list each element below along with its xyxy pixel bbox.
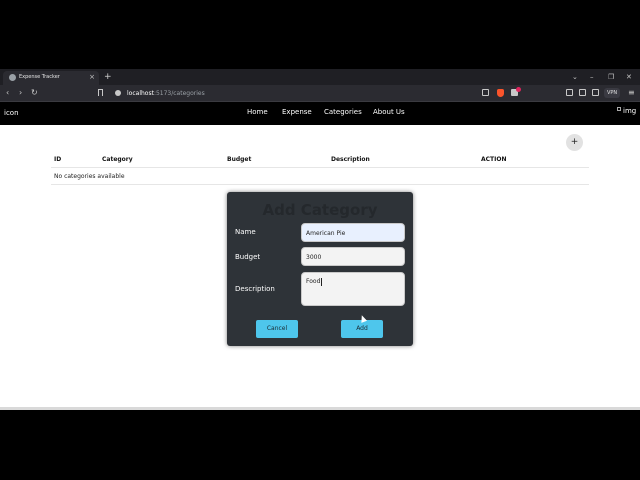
new-tab-button[interactable]: + [104, 71, 112, 83]
add-button[interactable]: Add [341, 320, 383, 338]
nav-link-about-us[interactable]: About Us [373, 107, 405, 117]
notification-badge [516, 87, 521, 92]
nav-link-expense[interactable]: Expense [282, 107, 312, 117]
close-window-icon[interactable]: ✕ [626, 71, 632, 83]
add-category-button[interactable]: + [566, 134, 583, 151]
favicon-icon [9, 74, 16, 81]
nav-link-home[interactable]: Home [247, 107, 268, 117]
maximize-icon[interactable]: ❐ [608, 71, 614, 83]
broken-image-icon [617, 107, 621, 111]
budget-label: Budget [235, 253, 261, 261]
wallet-icon[interactable] [579, 89, 586, 96]
tab-search-icon[interactable]: ⌄ [572, 71, 578, 83]
text-caret [321, 277, 323, 286]
browser-tab[interactable]: Expense Tracker × [3, 71, 99, 85]
name-input[interactable]: American Pie [301, 223, 405, 242]
name-label: Name [235, 228, 256, 236]
tab-close-icon[interactable]: × [89, 72, 95, 82]
extensions-icon[interactable] [592, 89, 599, 96]
column-header-id: ID [54, 156, 62, 163]
app-navbar [0, 102, 640, 125]
tab-title: Expense Tracker [19, 74, 60, 80]
url-host: localhost [127, 90, 154, 97]
column-header-description: Description [331, 156, 370, 163]
reload-icon[interactable]: ↻ [31, 87, 38, 99]
table-divider [51, 184, 589, 185]
column-header-budget: Budget [227, 156, 252, 163]
url-field[interactable]: localhost:5173/categories [110, 87, 470, 100]
sidebar-icon[interactable] [566, 89, 573, 96]
budget-input[interactable]: 3000 [301, 247, 405, 266]
description-textarea[interactable]: Food [301, 272, 405, 306]
menu-icon[interactable]: ≡ [628, 87, 635, 99]
column-header-category: Category [102, 156, 133, 163]
nav-link-categories[interactable]: Categories [324, 107, 362, 117]
cancel-button[interactable]: Cancel [256, 320, 298, 338]
minimize-icon[interactable]: – [590, 71, 594, 83]
brave-shield-icon[interactable] [497, 89, 504, 97]
vpn-button[interactable]: VPN [604, 88, 621, 98]
bookmark-icon[interactable] [98, 89, 103, 96]
back-icon[interactable]: ‹ [6, 87, 9, 99]
modal-title: Add Category [262, 201, 378, 219]
share-icon[interactable] [482, 89, 489, 96]
empty-table-message: No categories available [54, 173, 125, 180]
profile-image-alt[interactable]: img [623, 106, 636, 116]
table-divider [51, 167, 589, 168]
column-header-action: ACTION [481, 156, 507, 163]
description-label: Description [235, 285, 275, 293]
url-text: localhost:5173/categories [127, 88, 205, 99]
url-path: :5173/categories [153, 90, 205, 97]
forward-icon[interactable]: › [19, 87, 22, 99]
page-bottom-border [0, 407, 640, 410]
app-logo[interactable]: icon [4, 108, 19, 118]
screen-frame: Expense Tracker × + ⌄ – ❐ ✕ ‹ › ↻ localh… [0, 0, 640, 480]
description-text: Food [306, 278, 321, 285]
site-info-icon[interactable] [115, 90, 121, 96]
